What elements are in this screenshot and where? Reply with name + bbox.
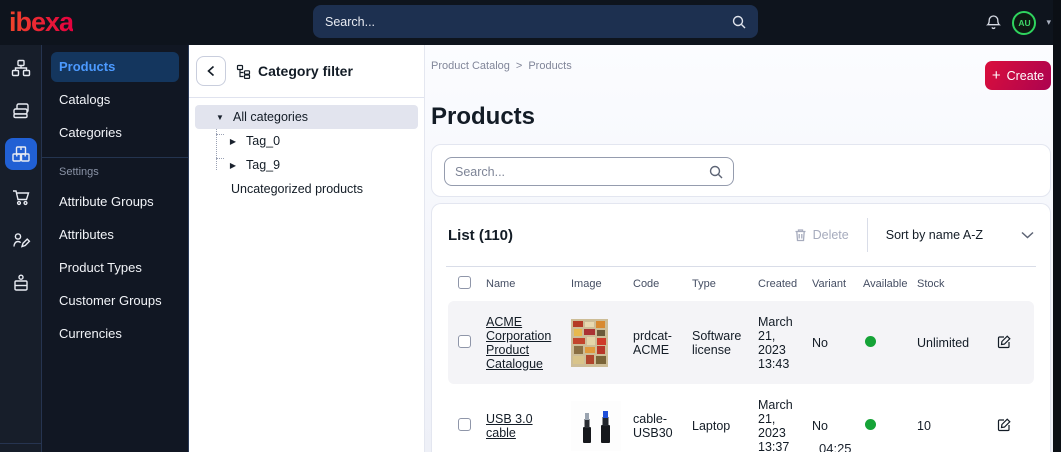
- settings-section-label: Settings: [59, 166, 99, 178]
- product-stock: 10: [917, 418, 931, 433]
- product-created: March 21, 2023 13:37: [758, 397, 793, 452]
- sidebar-item-product-types[interactable]: Product Types: [51, 253, 179, 283]
- search-icon: [709, 165, 723, 178]
- breadcrumb-parent[interactable]: Product Catalog: [431, 60, 510, 72]
- customer-edit-icon[interactable]: [5, 224, 37, 256]
- product-name-link[interactable]: USB 3.0 cable: [486, 412, 533, 440]
- product-variant: No: [812, 418, 828, 433]
- product-list-card: List (110) Delete Sort by name A-Z Name …: [431, 203, 1051, 452]
- col-variant: Variant: [812, 278, 847, 290]
- rail-divider: [0, 443, 42, 444]
- topbar: ibexa AU ▾: [0, 0, 1061, 45]
- tree-item-tag-0[interactable]: ▶ Tag_0: [195, 129, 418, 153]
- available-indicator: [865, 418, 876, 430]
- storefront-icon[interactable]: [5, 267, 37, 299]
- category-tree-icon: [236, 64, 251, 79]
- product-search-field[interactable]: [444, 157, 734, 186]
- col-available: Available: [863, 278, 908, 290]
- product-stock: Unlimited: [917, 335, 970, 350]
- product-name-link[interactable]: ACME Corporation Product Catalogue: [486, 315, 551, 371]
- product-thumbnail: [571, 318, 608, 367]
- edit-icon: [997, 334, 1011, 348]
- product-code: cable-USB30: [633, 411, 673, 440]
- delete-button[interactable]: Delete: [794, 228, 849, 242]
- icon-rail: [0, 45, 42, 452]
- product-search-input[interactable]: [455, 164, 709, 179]
- table-header: Name Image Code Type Created Variant Ava…: [448, 267, 1034, 301]
- sidebar-item-attribute-groups[interactable]: Attribute Groups: [51, 187, 179, 217]
- product-search-card: [431, 144, 1051, 197]
- cart-icon[interactable]: [5, 181, 37, 213]
- product-created: March 21, 2023 13:43: [758, 314, 793, 371]
- col-code: Code: [633, 278, 660, 290]
- col-type: Type: [692, 278, 716, 290]
- notifications-bell-icon[interactable]: [985, 14, 1002, 31]
- caret-right-icon[interactable]: ▶: [228, 137, 238, 146]
- select-all-checkbox[interactable]: [458, 276, 471, 289]
- plus-icon: +: [991, 67, 1001, 84]
- sidebar-item-customer-groups[interactable]: Customer Groups: [51, 286, 179, 316]
- product-type: Software license: [692, 328, 742, 357]
- product-thumbnail: [571, 400, 621, 451]
- table-row[interactable]: ACME Corporation Product Catalogue prdca…: [448, 301, 1034, 384]
- col-stock: Stock: [917, 278, 945, 290]
- available-indicator: [865, 335, 876, 347]
- search-icon: [732, 15, 746, 28]
- tree-item-uncategorized[interactable]: Uncategorized products: [195, 177, 418, 201]
- product-type: Laptop: [692, 418, 731, 433]
- global-search-input[interactable]: [325, 14, 732, 29]
- content-pages-icon[interactable]: [5, 95, 37, 127]
- row-checkbox[interactable]: [458, 334, 471, 348]
- caret-down-icon[interactable]: ▼: [215, 113, 225, 122]
- table-row[interactable]: USB 3.0 cable cable-USB30 Laptop March 2…: [448, 384, 1034, 452]
- col-created: Created: [758, 278, 798, 290]
- sort-dropdown[interactable]: Sort by name A-Z: [886, 228, 1034, 242]
- ibexa-logo: ibexa: [9, 7, 74, 37]
- global-search[interactable]: [313, 5, 758, 38]
- trash-icon: [795, 229, 806, 242]
- sidebar-item-categories[interactable]: Categories: [51, 118, 179, 148]
- col-image: Image: [571, 278, 602, 290]
- sidebar-item-currencies[interactable]: Currencies: [51, 319, 179, 349]
- chevron-down-icon: [1021, 231, 1034, 239]
- create-button[interactable]: + Create: [985, 61, 1051, 90]
- col-name: Name: [486, 278, 516, 290]
- row-checkbox[interactable]: [458, 417, 471, 431]
- sidebar-item-catalogs[interactable]: Catalogs: [51, 85, 179, 115]
- sidebar-menu: Products Catalogs Categories Settings At…: [42, 45, 189, 452]
- category-filter-title: Category filter: [236, 63, 353, 79]
- product-catalog-icon[interactable]: [4, 138, 37, 170]
- sidebar-item-attributes[interactable]: Attributes: [51, 220, 179, 250]
- clipped-row-text: 04:25: [819, 441, 852, 452]
- caret-right-icon[interactable]: ▶: [228, 161, 238, 170]
- menu-divider: [42, 157, 188, 158]
- profile-caret-icon[interactable]: ▾: [1046, 17, 1051, 28]
- page-title: Products: [431, 103, 536, 130]
- list-title: List (110): [448, 226, 514, 244]
- edit-button[interactable]: [997, 417, 1012, 435]
- tree-item-all-categories[interactable]: ▼ All categories: [195, 105, 418, 129]
- window-edge: [1053, 0, 1061, 452]
- edit-button[interactable]: [997, 334, 1012, 352]
- category-tree: ▼ All categories ▶ Tag_0 ▶ Tag_9 Uncateg…: [189, 98, 424, 208]
- collapse-panel-button[interactable]: [196, 56, 226, 86]
- product-variant: No: [812, 335, 828, 350]
- edit-icon: [997, 417, 1011, 431]
- user-avatar[interactable]: AU: [1012, 10, 1037, 35]
- main-content: Product Catalog > Products + Create Prod…: [425, 45, 1053, 452]
- breadcrumb: Product Catalog > Products: [431, 60, 572, 72]
- sidebar-item-products[interactable]: Products: [51, 52, 179, 82]
- breadcrumb-separator: >: [515, 60, 523, 72]
- breadcrumb-current: Products: [528, 60, 572, 72]
- chevron-left-icon: [207, 65, 215, 77]
- category-filter-panel: Category filter ▼ All categories ▶ Tag_0…: [189, 45, 425, 452]
- product-code: prdcat-ACME: [633, 328, 672, 357]
- tree-item-tag-9[interactable]: ▶ Tag_9: [195, 153, 418, 177]
- sitemap-icon[interactable]: [5, 52, 37, 84]
- actions-divider: [866, 218, 868, 252]
